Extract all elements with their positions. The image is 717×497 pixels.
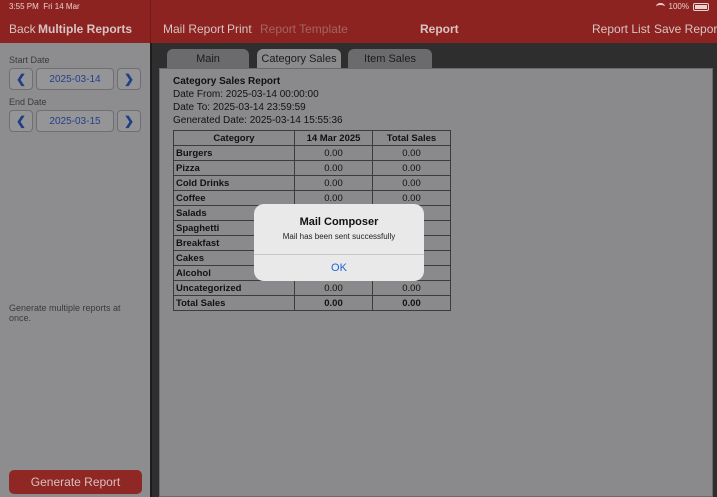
- report-list-button[interactable]: Report List: [592, 22, 650, 36]
- category-day-value: 0.00: [294, 280, 373, 296]
- alert-title: Mail Composer: [299, 216, 379, 228]
- category-total-value: 0.00: [372, 280, 451, 296]
- sidebar-note: Generate multiple reports at once.: [9, 303, 121, 323]
- tab-category-sales[interactable]: Category Sales: [257, 49, 341, 69]
- tab-main[interactable]: Main: [167, 49, 249, 69]
- report-date-from: Date From: 2025-03-14 00:00:00: [173, 89, 319, 100]
- column-header: Total Sales: [372, 130, 451, 146]
- report-generated-date: Generated Date: 2025-03-14 15:55:36: [173, 115, 343, 126]
- report-title: Category Sales Report: [173, 76, 281, 87]
- table-row: Uncategorized 0.00 0.00: [173, 280, 451, 296]
- chevron-left-icon: ❮: [15, 72, 27, 86]
- chevron-right-icon: ❯: [123, 114, 135, 128]
- end-date-prev-button[interactable]: ❮: [9, 110, 33, 132]
- category-total-value: 0.00: [372, 145, 451, 161]
- header-divider: [150, 0, 151, 43]
- status-time-date: 3:55 PM Fri 14 Mar: [9, 2, 80, 11]
- category-day-value: 0.00: [294, 175, 373, 191]
- category-day-value: 0.00: [294, 145, 373, 161]
- total-day-value: 0.00: [294, 295, 373, 311]
- chevron-left-icon: ❮: [15, 114, 27, 128]
- total-label: Total Sales: [173, 295, 295, 311]
- table-row: Burgers 0.00 0.00: [173, 145, 451, 161]
- column-header: 14 Mar 2025: [294, 130, 373, 146]
- section-title: Multiple Reports: [38, 22, 133, 36]
- table-total-row: Total Sales 0.00 0.00: [173, 295, 451, 311]
- alert-ok-button[interactable]: OK: [254, 255, 424, 281]
- column-header: Category: [173, 130, 295, 146]
- category-name: Burgers: [173, 145, 295, 161]
- top-bar: 3:55 PM Fri 14 Mar 100% Back Multiple Re…: [0, 0, 717, 43]
- battery-icon: [693, 2, 709, 11]
- print-button[interactable]: Print: [227, 22, 252, 36]
- page-title: Report: [420, 22, 459, 36]
- table-row: Cold Drinks 0.00 0.00: [173, 175, 451, 191]
- start-date-next-button[interactable]: ❯: [117, 68, 141, 90]
- report-template-button[interactable]: Report Template: [260, 22, 348, 36]
- start-date-label: Start Date: [9, 55, 50, 65]
- status-date: Fri 14 Mar: [43, 2, 80, 11]
- end-date-field[interactable]: 2025-03-15: [36, 110, 114, 132]
- end-date-label: End Date: [9, 97, 47, 107]
- generate-report-button[interactable]: Generate Report: [9, 470, 142, 494]
- start-date-prev-button[interactable]: ❮: [9, 68, 33, 90]
- chevron-right-icon: ❯: [123, 72, 135, 86]
- category-total-value: 0.00: [372, 175, 451, 191]
- report-date-to: Date To: 2025-03-14 23:59:59: [173, 102, 306, 113]
- battery-percent: 100%: [668, 2, 689, 11]
- category-name: Uncategorized: [173, 280, 295, 296]
- save-report-button[interactable]: Save Report: [654, 22, 717, 36]
- category-total-value: 0.00: [372, 160, 451, 176]
- start-date-field[interactable]: 2025-03-14: [36, 68, 114, 90]
- tab-item-sales[interactable]: Item Sales: [348, 49, 432, 69]
- category-name: Pizza: [173, 160, 295, 176]
- total-value: 0.00: [372, 295, 451, 311]
- mail-report-button[interactable]: Mail Report: [163, 22, 224, 36]
- back-button[interactable]: Back: [9, 22, 36, 36]
- table-row: Pizza 0.00 0.00: [173, 160, 451, 176]
- end-date-next-button[interactable]: ❯: [117, 110, 141, 132]
- category-name: Cold Drinks: [173, 175, 295, 191]
- status-time: 3:55 PM: [9, 2, 39, 11]
- wifi-icon: [655, 3, 665, 10]
- category-day-value: 0.00: [294, 160, 373, 176]
- status-right: 100%: [655, 2, 709, 11]
- alert-message: Mail has been sent successfully: [282, 232, 396, 241]
- mail-composer-alert: Mail Composer Mail has been sent success…: [254, 204, 424, 281]
- table-header-row: Category 14 Mar 2025 Total Sales: [173, 130, 451, 146]
